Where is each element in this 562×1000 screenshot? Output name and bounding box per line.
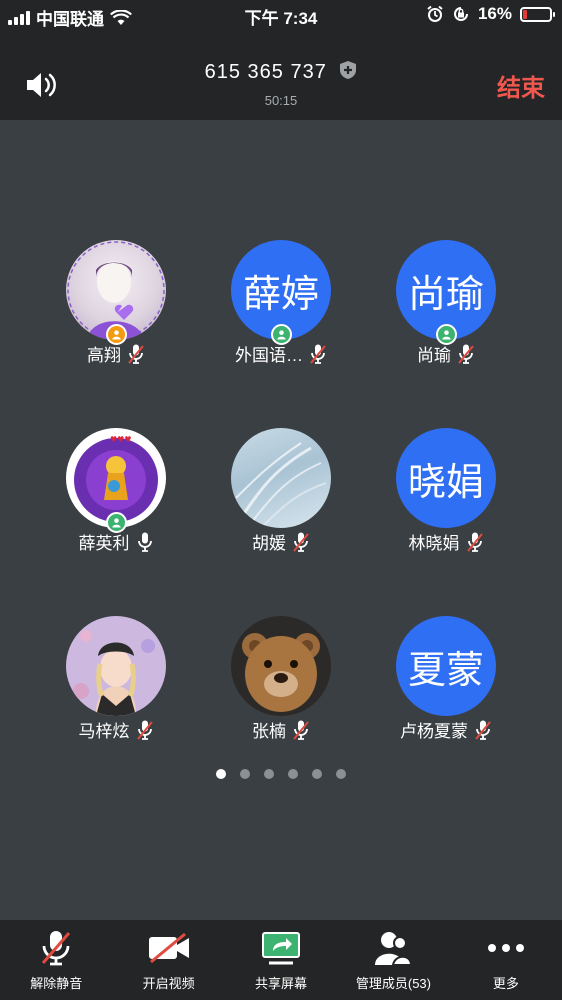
mic-muted-icon [458,344,474,364]
participant-tile[interactable]: 张楠 [201,616,361,766]
video-off-icon [148,933,189,963]
mic-muted-icon [128,344,144,364]
avatar [66,616,166,716]
share-screen-button[interactable]: 共享屏幕 [225,920,337,1000]
start-video-button[interactable]: 开启视频 [112,920,224,1000]
battery-icon [520,6,555,22]
avatar [231,616,331,716]
participant-tile[interactable]: 晓娟 林晓娟 [366,428,526,578]
more-label: 更多 [492,976,519,991]
manage-members-label: 管理成员(53) [355,976,431,991]
participant-tile[interactable]: ♥♥♥ 薛英利 [36,428,196,578]
mic-muted-icon [136,720,153,740]
avatar-photo [235,442,327,528]
participant-tile[interactable]: 高翔 [36,240,196,390]
start-video-label: 开启视频 [142,976,195,991]
participant-name: 林晓娟 [408,534,460,553]
page-dot[interactable] [240,769,250,779]
participant-name: 尚瑜 [417,346,451,365]
participant-tile[interactable]: 薛婷 外国语… [201,240,361,390]
share-screen-icon [262,932,301,965]
participant-name: 外国语… [235,346,303,365]
avatar-photo [73,630,155,716]
mic-muted-icon [475,720,491,740]
user-icon [277,330,286,340]
svg-text:♥♥♥: ♥♥♥ [110,435,132,444]
mic-muted-icon [42,931,71,966]
avatar [231,428,331,528]
alarm-icon [427,5,443,22]
user-icon [112,330,121,340]
end-meeting-button[interactable]: 结束 [497,68,545,103]
avatar-photo [242,633,320,712]
share-screen-label: 共享屏幕 [255,976,308,991]
meeting-id[interactable]: 615 365 737 [0,60,562,84]
participant-name: 薛英利 [78,534,130,553]
manage-members-button[interactable]: 管理成员(53) [337,920,449,1000]
participant-name: 张楠 [252,722,286,741]
status-bar: 中国联通 下午 7:34 16% [0,0,562,30]
mic-on-icon [137,532,152,552]
more-button[interactable]: 更多 [450,920,562,1000]
avatar: 晓娟 [396,428,496,528]
meeting-duration: 50:15 [264,93,298,108]
page-indicator[interactable] [0,769,562,779]
participant-grid: 高翔 薛婷 外国语… 尚瑜 尚瑜 ♥♥♥ 薛英利 胡媛 晓娟 林晓娟 马梓炫 张… [0,120,562,920]
meeting-id-text: 615 365 737 [204,61,327,83]
avatar: 夏蒙 [396,616,496,716]
participant-tile[interactable]: 尚瑜 尚瑜 [366,240,526,390]
shield-icon [340,61,357,79]
members-icon [375,932,413,966]
battery-percent: 16% [477,4,512,23]
more-icon [487,944,524,952]
participant-tile[interactable]: 胡媛 [201,428,361,578]
user-icon [112,518,121,528]
participant-tile[interactable]: 马梓炫 [36,616,196,766]
page-dot[interactable] [336,769,346,779]
unmute-button[interactable]: 解除静音 [0,920,112,1000]
participant-name: 马梓炫 [78,722,130,741]
meeting-header: 615 365 737 50:15 结束 [0,30,562,120]
mic-muted-icon [466,532,483,552]
mic-muted-icon [293,532,309,552]
page-dot[interactable] [312,769,322,779]
orientation-lock-icon [454,7,468,21]
participant-name: 卢杨夏蒙 [400,722,468,741]
mic-muted-icon [293,720,309,740]
unmute-label: 解除静音 [30,976,83,991]
participant-name: 胡媛 [252,534,286,553]
user-icon [442,330,451,340]
bottom-toolbar: 解除静音 开启视频 共享屏幕 管理成员(53) 更多 [0,920,562,1000]
page-dot[interactable] [288,769,298,779]
mic-muted-icon [310,344,326,364]
participant-tile[interactable]: 夏蒙 卢杨夏蒙 [366,616,526,766]
page-dot[interactable] [264,769,274,779]
participant-name: 高翔 [87,346,121,365]
page-dot[interactable] [216,769,226,779]
